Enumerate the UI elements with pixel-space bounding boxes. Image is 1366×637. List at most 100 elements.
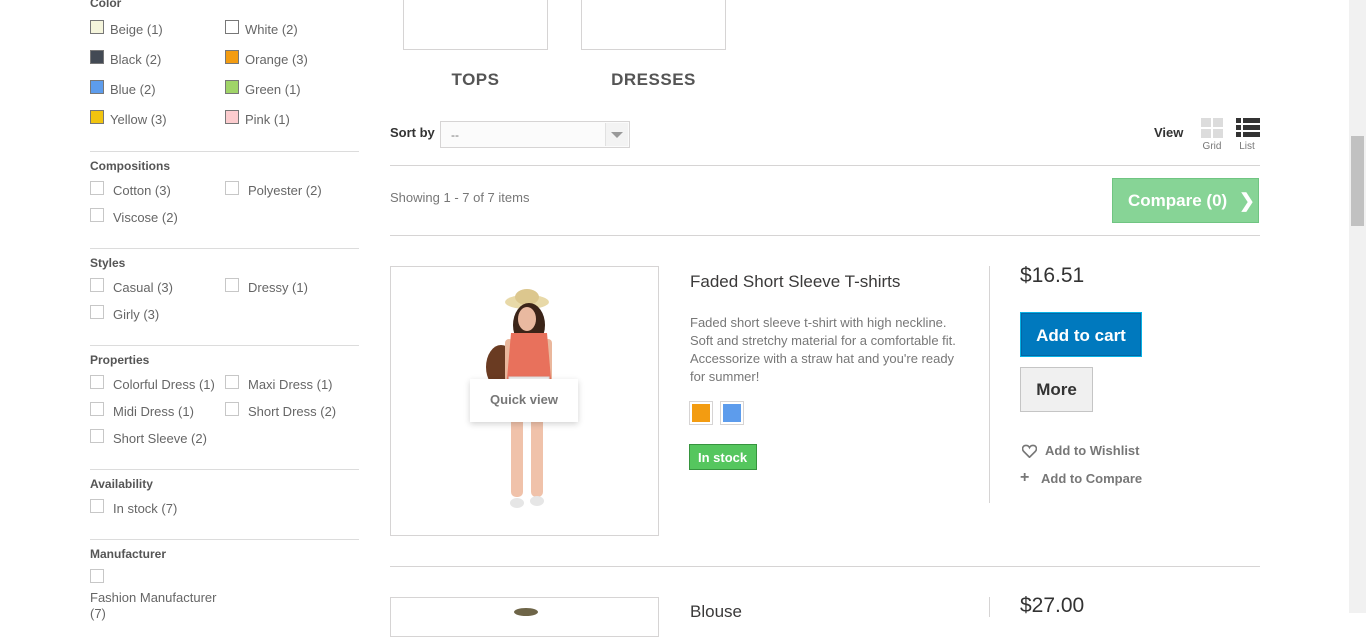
filter-divider	[90, 345, 359, 346]
color-option-label: Beige (1)	[110, 22, 163, 37]
quick-view-button[interactable]: Quick view	[470, 379, 578, 422]
filter-divider	[90, 469, 359, 470]
subcategory-name-tops[interactable]: TOPS	[403, 70, 548, 90]
add-to-cart-label: Add to cart	[1036, 326, 1126, 345]
checkbox[interactable]	[90, 429, 104, 443]
filter-title-properties: Properties	[90, 353, 150, 367]
checkbox-label: Viscose (2)	[113, 210, 178, 225]
filter-divider	[90, 539, 359, 540]
quick-view-label: Quick view	[490, 392, 558, 407]
checkbox[interactable]	[225, 181, 239, 195]
product-color-blue[interactable]	[720, 401, 744, 425]
checkbox[interactable]	[90, 278, 104, 292]
filter-title-compositions: Compositions	[90, 159, 170, 173]
color-option-label: Orange (3)	[245, 52, 308, 67]
color-swatch[interactable]	[90, 20, 104, 34]
chevron-down-icon[interactable]	[605, 123, 628, 146]
sort-label: Sort by	[390, 125, 435, 140]
checkbox-label: Girly (3)	[113, 307, 160, 322]
color-option-label: Pink (1)	[245, 112, 290, 127]
checkbox[interactable]	[90, 402, 104, 416]
showing-count: Showing 1 - 7 of 7 items	[390, 190, 530, 205]
filter-title-styles: Styles	[90, 256, 126, 270]
scrollbar-thumb[interactable]	[1351, 136, 1364, 226]
more-button[interactable]: More	[1020, 367, 1093, 412]
color-swatch[interactable]	[90, 80, 104, 94]
color-option-label: Green (1)	[245, 82, 301, 97]
toolbar-divider	[390, 235, 1260, 236]
product-name[interactable]: Faded Short Sleeve T-shirts	[690, 272, 900, 292]
product-price: $16.51	[1020, 264, 1085, 287]
color-swatch[interactable]	[225, 50, 239, 64]
filter-title-availability: Availability	[90, 477, 153, 491]
scrollbar-track[interactable]	[1349, 0, 1366, 613]
product-color-orange[interactable]	[689, 401, 713, 425]
color-option-label: Blue (2)	[110, 82, 156, 97]
add-to-compare-label: Add to Compare	[1041, 471, 1143, 486]
heart-icon	[1022, 444, 1037, 458]
view-list-label: List	[1239, 141, 1255, 152]
compare-button-label: Compare (0)	[1128, 191, 1228, 210]
checkbox[interactable]	[90, 375, 104, 389]
product-price: $27.00	[1020, 594, 1085, 617]
product-column-divider	[989, 597, 990, 617]
toolbar-divider	[390, 165, 1260, 166]
checkbox[interactable]	[90, 499, 104, 513]
checkbox-label: Short Dress (2)	[248, 404, 337, 419]
color-option-label: Black (2)	[110, 52, 162, 67]
checkbox-label: Short Sleeve (2)	[113, 431, 207, 446]
compare-button[interactable]: Compare (0) ❯	[1112, 178, 1259, 223]
stock-label: In stock	[698, 450, 748, 465]
view-grid-label: Grid	[1202, 141, 1222, 152]
color-option-label: White (2)	[245, 22, 298, 37]
color-swatch	[692, 404, 710, 422]
color-swatch[interactable]	[225, 80, 239, 94]
checkbox[interactable]	[225, 278, 239, 292]
subcategory-image-tops[interactable]	[403, 0, 548, 50]
color-swatch[interactable]	[225, 20, 239, 34]
color-swatch[interactable]	[90, 110, 104, 124]
product-image[interactable]	[390, 597, 659, 637]
checkbox-label: Cotton (3)	[113, 183, 171, 198]
product-divider	[390, 566, 1260, 567]
sort-select-value: --	[451, 128, 459, 142]
checkbox[interactable]	[90, 569, 104, 583]
chevron-right-icon: ❯	[1239, 191, 1255, 212]
plus-icon: +	[1020, 469, 1030, 486]
add-to-cart-button[interactable]: Add to cart	[1020, 312, 1142, 357]
filter-divider	[90, 151, 359, 152]
color-swatch[interactable]	[225, 110, 239, 124]
checkbox[interactable]	[225, 402, 239, 416]
view-label: View	[1154, 125, 1184, 140]
checkbox[interactable]	[90, 305, 104, 319]
filter-title-manufacturer: Manufacturer	[90, 547, 167, 561]
checkbox[interactable]	[225, 375, 239, 389]
grid-icon	[1201, 118, 1223, 138]
more-label: More	[1036, 380, 1077, 399]
sort-select[interactable]: --	[440, 121, 630, 148]
product-column-divider	[989, 266, 990, 503]
filter-divider	[90, 248, 359, 249]
checkbox-label: Polyester (2)	[248, 183, 322, 198]
color-swatch[interactable]	[90, 50, 104, 64]
checkbox-label: Midi Dress (1)	[113, 404, 194, 419]
checkbox-label: In stock (7)	[113, 501, 178, 516]
checkbox-label: Colorful Dress (1)	[113, 377, 215, 392]
product-description: Faded short sleeve t-shirt with high nec…	[690, 315, 956, 384]
checkbox[interactable]	[90, 181, 104, 195]
filter-title-color: Color	[90, 0, 122, 10]
subcategory-name-dresses[interactable]: DRESSES	[581, 70, 726, 90]
checkbox-label: Dressy (1)	[248, 280, 308, 295]
checkbox-label: Casual (3)	[113, 280, 173, 295]
stock-badge: In stock	[689, 444, 757, 470]
manufacturer-count: (7)	[90, 606, 106, 621]
product-photo-model	[514, 608, 538, 616]
add-to-wishlist-label: Add to Wishlist	[1045, 443, 1140, 458]
checkbox-label: Maxi Dress (1)	[248, 377, 333, 392]
subcategory-image-dresses[interactable]	[581, 0, 726, 50]
list-icon	[1236, 118, 1260, 138]
color-swatch	[723, 404, 741, 422]
color-option-label: Yellow (3)	[110, 112, 167, 127]
product-name[interactable]: Blouse	[690, 602, 742, 622]
checkbox[interactable]	[90, 208, 104, 222]
